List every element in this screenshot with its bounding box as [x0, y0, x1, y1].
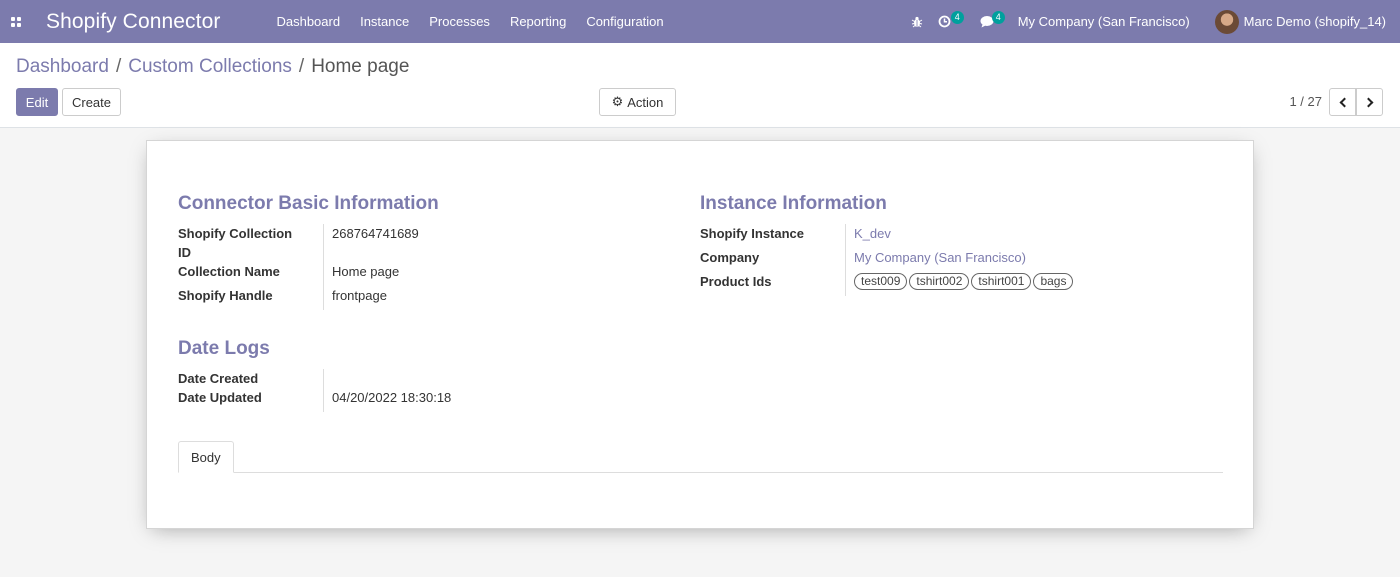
breadcrumb-current: Home page [311, 56, 410, 77]
systray: 4 4 My Company (San Francisco) Marc Demo… [900, 0, 1400, 43]
apps-grid-icon[interactable] [0, 0, 31, 43]
date-logs-title: Date Logs [178, 338, 270, 359]
product-tag[interactable]: tshirt002 [909, 273, 970, 290]
product-tag[interactable]: bags [1033, 273, 1074, 290]
create-button[interactable]: Create [62, 88, 121, 116]
activity-menu[interactable]: 4 [934, 0, 976, 43]
pager-previous-button[interactable] [1329, 88, 1356, 116]
menu-reporting[interactable]: Reporting [500, 0, 576, 43]
messaging-menu[interactable]: 4 [976, 0, 1018, 43]
collection-id-label: Shopify Collection ID [178, 226, 293, 260]
tab-body[interactable]: Body [178, 441, 234, 473]
pager-value[interactable]: 1 / 27 [1289, 94, 1322, 109]
menu-instance[interactable]: Instance [350, 0, 419, 43]
breadcrumb-separator: / [298, 56, 305, 77]
company-switcher[interactable]: My Company (San Francisco) [1018, 14, 1190, 29]
form-sheet: Connector Basic Information Shopify Coll… [146, 140, 1254, 529]
notebook-tabs: Body [178, 441, 1223, 473]
collection-name-value: Home page [332, 264, 400, 279]
gear-icon: ⚙ [611, 94, 624, 109]
action-button[interactable]: ⚙ Action [599, 88, 676, 116]
breadcrumb-dashboard[interactable]: Dashboard [16, 56, 109, 78]
field-divider [323, 224, 324, 310]
app-brand[interactable]: Shopify Connector [46, 10, 220, 34]
menu-configuration[interactable]: Configuration [576, 0, 673, 43]
instance-link[interactable]: K_dev [854, 226, 891, 241]
product-tag[interactable]: tshirt001 [971, 273, 1032, 290]
breadcrumb: Dashboard / Custom Collections / Home pa… [16, 56, 409, 78]
menu-processes[interactable]: Processes [419, 0, 500, 43]
chevron-left-icon [1339, 97, 1349, 107]
action-label: Action [627, 94, 664, 110]
bug-icon[interactable] [900, 0, 934, 43]
breadcrumb-custom-collections[interactable]: Custom Collections [128, 56, 292, 78]
field-divider [845, 224, 846, 296]
chevron-right-icon [1363, 97, 1373, 107]
product-tags: test009 tshirt002 tshirt001 bags [854, 273, 1074, 290]
edit-button[interactable]: Edit [16, 88, 58, 116]
user-menu[interactable]: Marc Demo (shopify_14) [1244, 14, 1386, 29]
top-navbar: Shopify Connector Dashboard Instance Pro… [0, 0, 1400, 43]
breadcrumb-separator: / [115, 56, 122, 77]
product-ids-label: Product Ids [700, 274, 772, 289]
company-label: Company [700, 250, 760, 265]
instance-info-title: Instance Information [700, 193, 887, 214]
activity-count-badge: 4 [950, 11, 964, 24]
date-updated-value: 04/20/2022 18:30:18 [332, 390, 452, 405]
company-link[interactable]: My Company (San Francisco) [854, 250, 1026, 265]
main-menu: Dashboard Instance Processes Reporting C… [266, 0, 673, 43]
instance-label: Shopify Instance [700, 226, 805, 241]
menu-dashboard[interactable]: Dashboard [266, 0, 350, 43]
date-updated-label: Date Updated [178, 390, 262, 405]
handle-value: frontpage [332, 288, 387, 303]
field-divider [323, 369, 324, 412]
avatar[interactable] [1214, 9, 1239, 34]
collection-id-value: 268764741689 [332, 226, 419, 241]
handle-label: Shopify Handle [178, 288, 273, 303]
collection-name-label: Collection Name [178, 264, 280, 279]
pager-next-button[interactable] [1356, 88, 1383, 116]
date-created-label: Date Created [178, 371, 259, 386]
product-tag[interactable]: test009 [854, 273, 908, 290]
control-panel: Dashboard / Custom Collections / Home pa… [0, 43, 1400, 128]
messages-count-badge: 4 [991, 11, 1005, 24]
basic-info-title: Connector Basic Information [178, 193, 439, 214]
clock-activity-icon [938, 15, 951, 28]
